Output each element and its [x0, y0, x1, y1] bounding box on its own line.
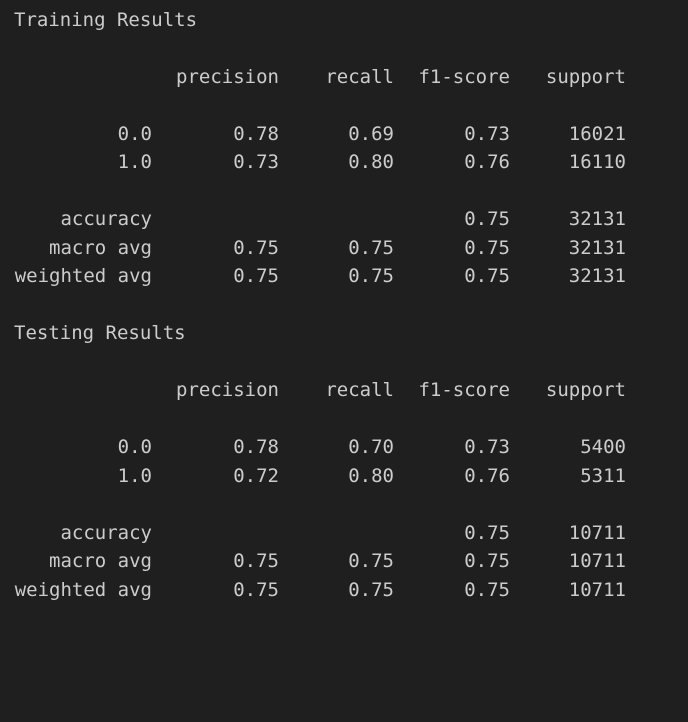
f1-value: 0.75 — [464, 579, 510, 601]
row-label: macro avg — [49, 550, 152, 572]
training-row-accuracy: accuracy 0.75 32131 — [0, 207, 688, 231]
testing-title: Testing Results — [14, 322, 186, 344]
recall-value: 0.75 — [348, 579, 394, 601]
training-row-weighted-avg: weighted avg 0.75 0.75 0.75 32131 — [0, 264, 688, 288]
support-value: 32131 — [568, 237, 626, 259]
support-value: 32131 — [568, 265, 626, 287]
precision-value: 0.78 — [233, 123, 279, 145]
recall-value: 0.75 — [348, 265, 394, 287]
f1-value: 0.75 — [464, 237, 510, 259]
precision-value: 0.78 — [233, 436, 279, 458]
recall-value: 0.80 — [348, 151, 394, 173]
output-panel: { "headers": { "precision": "precision",… — [0, 0, 688, 628]
training-row-class-1: 1.0 0.73 0.80 0.76 16110 — [0, 150, 688, 174]
row-label: 0.0 — [117, 436, 152, 458]
header-support: support — [545, 379, 626, 401]
row-label: accuracy — [60, 208, 152, 230]
recall-value: 0.69 — [348, 123, 394, 145]
testing-row-macro-avg: macro avg 0.75 0.75 0.75 10711 — [0, 549, 688, 573]
precision-value: 0.75 — [233, 579, 279, 601]
support-value: 10711 — [568, 522, 626, 544]
recall-value: 0.70 — [348, 436, 394, 458]
row-label: 1.0 — [117, 465, 152, 487]
recall-value: 0.80 — [348, 465, 394, 487]
training-title: Training Results — [14, 9, 198, 31]
training-row-macro-avg: macro avg 0.75 0.75 0.75 32131 — [0, 236, 688, 260]
support-value: 10711 — [568, 550, 626, 572]
precision-value: 0.73 — [233, 151, 279, 173]
f1-value: 0.73 — [464, 436, 510, 458]
support-value: 16110 — [568, 151, 626, 173]
header-precision: precision — [176, 379, 279, 401]
header-recall: recall — [325, 66, 394, 88]
training-row-class-0: 0.0 0.78 0.69 0.73 16021 — [0, 122, 688, 146]
f1-value: 0.75 — [464, 550, 510, 572]
row-label: macro avg — [49, 237, 152, 259]
support-value: 10711 — [568, 579, 626, 601]
support-value: 5400 — [580, 436, 626, 458]
header-recall: recall — [325, 379, 394, 401]
testing-row-accuracy: accuracy 0.75 10711 — [0, 521, 688, 545]
testing-row-class-0: 0.0 0.78 0.70 0.73 5400 — [0, 435, 688, 459]
recall-value: 0.75 — [348, 237, 394, 259]
row-label: 1.0 — [117, 151, 152, 173]
header-precision: precision — [176, 66, 279, 88]
recall-value: 0.75 — [348, 550, 394, 572]
precision-value: 0.75 — [233, 265, 279, 287]
header-f1-score: f1-score — [418, 379, 510, 401]
precision-value: 0.75 — [233, 237, 279, 259]
f1-value: 0.76 — [464, 465, 510, 487]
support-value: 5311 — [580, 465, 626, 487]
header-f1-score: f1-score — [418, 66, 510, 88]
row-label: weighted avg — [14, 579, 152, 601]
f1-value: 0.75 — [464, 265, 510, 287]
f1-value: 0.75 — [464, 208, 510, 230]
row-label: accuracy — [60, 522, 152, 544]
row-label: weighted avg — [14, 265, 152, 287]
f1-value: 0.76 — [464, 151, 510, 173]
f1-value: 0.75 — [464, 522, 510, 544]
precision-value: 0.75 — [233, 550, 279, 572]
header-support: support — [545, 66, 626, 88]
testing-row-weighted-avg: weighted avg 0.75 0.75 0.75 10711 — [0, 578, 688, 602]
training-header-row: precision recall f1-score support — [0, 65, 688, 89]
support-value: 32131 — [568, 208, 626, 230]
f1-value: 0.73 — [464, 123, 510, 145]
support-value: 16021 — [568, 123, 626, 145]
row-label: 0.0 — [117, 123, 152, 145]
testing-header-row: precision recall f1-score support — [0, 378, 688, 402]
precision-value: 0.72 — [233, 465, 279, 487]
testing-row-class-1: 1.0 0.72 0.80 0.76 5311 — [0, 464, 688, 488]
